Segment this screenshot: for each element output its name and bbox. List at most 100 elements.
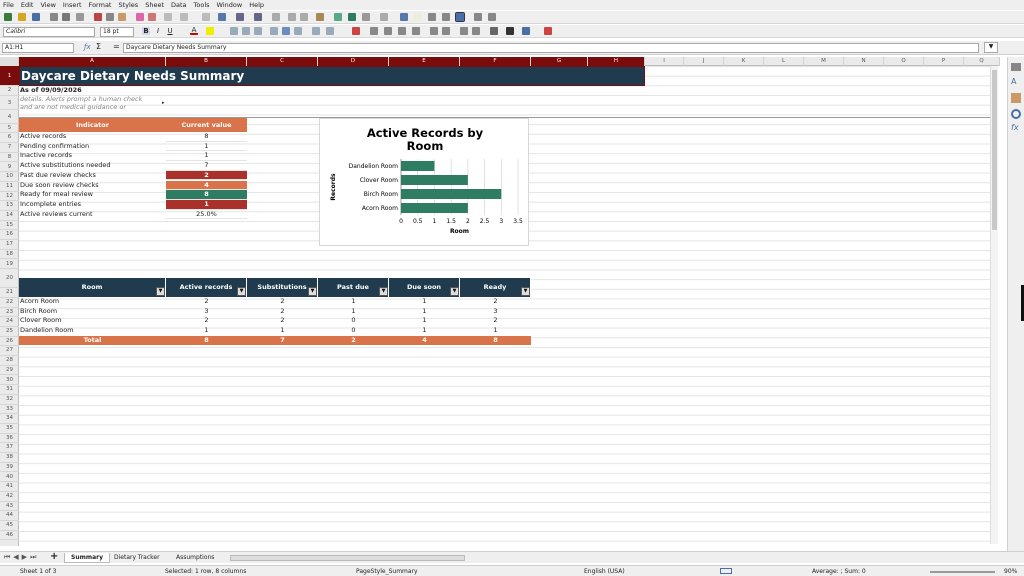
- menu-file[interactable]: File: [3, 1, 14, 9]
- col-f-header[interactable]: F: [460, 57, 531, 66]
- find-replace-icon[interactable]: [202, 13, 210, 21]
- increase-indent-icon[interactable]: [460, 27, 468, 35]
- row-header-36[interactable]: 36: [0, 434, 19, 444]
- row-header-22[interactable]: 22: [0, 298, 19, 308]
- define-print-area-icon[interactable]: [442, 13, 450, 21]
- tab-nav-arrows-icon[interactable]: ⏮◀▶⏭: [4, 553, 39, 562]
- column-icon[interactable]: [254, 13, 262, 21]
- headers-footers-icon[interactable]: [428, 13, 436, 21]
- room-cell[interactable]: 2: [248, 316, 317, 325]
- indicator-value[interactable]: 25.0%: [166, 210, 247, 220]
- row-header-11[interactable]: 11: [0, 182, 19, 192]
- insert-chart-icon[interactable]: [348, 13, 356, 21]
- row-header-13[interactable]: 13: [0, 201, 19, 211]
- align-bottom-icon[interactable]: [294, 27, 302, 35]
- export-pdf-icon[interactable]: [50, 13, 58, 21]
- selection-mode-icon[interactable]: [720, 568, 732, 574]
- bold-icon[interactable]: B: [142, 27, 150, 35]
- number-format-icon[interactable]: [398, 27, 406, 35]
- col-h-header[interactable]: H: [588, 57, 645, 66]
- row-header-33[interactable]: 33: [0, 405, 19, 415]
- row-header-38[interactable]: 38: [0, 453, 19, 463]
- row-header-42[interactable]: 42: [0, 492, 19, 502]
- cut-icon[interactable]: [94, 13, 102, 21]
- total-cell[interactable]: Total: [20, 336, 165, 345]
- row-header-31[interactable]: 31: [0, 385, 19, 395]
- formula-input[interactable]: Daycare Dietary Needs Summary: [123, 42, 979, 53]
- autofilter-dropdown-icon[interactable]: ▼: [156, 287, 165, 296]
- row-header-21[interactable]: 21: [0, 288, 19, 298]
- indicator-header[interactable]: Indicator: [19, 118, 166, 132]
- indicator-value[interactable]: 1: [166, 151, 247, 162]
- row-header-18[interactable]: 18: [0, 250, 19, 260]
- comment-icon[interactable]: [414, 13, 422, 21]
- indicator-value[interactable]: 2: [166, 170, 247, 181]
- new-icon[interactable]: [4, 13, 12, 21]
- add-sheet-icon[interactable]: +: [50, 552, 58, 562]
- clone-formatting-icon[interactable]: [136, 13, 144, 21]
- autofilter-icon[interactable]: [316, 13, 324, 21]
- row-header-14[interactable]: 14: [0, 211, 19, 221]
- total-cell[interactable]: 8: [167, 336, 246, 345]
- conditional-format-icon[interactable]: [544, 27, 552, 35]
- current-value-header[interactable]: Current value: [166, 118, 247, 132]
- zoom-slider[interactable]: [930, 571, 995, 573]
- indicator-label[interactable]: Active substitutions needed: [20, 161, 165, 170]
- indicator-value[interactable]: 1: [166, 142, 247, 152]
- room-cell[interactable]: 0: [319, 326, 388, 335]
- row-header-29[interactable]: 29: [0, 366, 19, 376]
- row-header-45[interactable]: 45: [0, 521, 19, 531]
- row-header-1[interactable]: 1: [0, 66, 19, 86]
- wrap-text-icon[interactable]: [312, 27, 320, 35]
- hyperlink-icon[interactable]: [400, 13, 408, 21]
- row-header-46[interactable]: 46: [0, 531, 19, 541]
- room-cell[interactable]: 1: [390, 307, 459, 316]
- tab-assumptions[interactable]: Assumptions: [170, 553, 220, 563]
- align-right-icon[interactable]: [254, 27, 262, 35]
- row-header-20[interactable]: 20: [0, 269, 19, 289]
- indicator-value[interactable]: 8: [166, 132, 247, 142]
- row-header-6[interactable]: 6: [0, 133, 19, 144]
- indicator-label[interactable]: Active reviews current: [20, 210, 165, 219]
- italic-icon[interactable]: I: [154, 27, 162, 35]
- col-b-header[interactable]: B: [166, 57, 247, 66]
- total-cell[interactable]: 8: [461, 336, 530, 345]
- insert-image-icon[interactable]: [334, 13, 342, 21]
- menu-help[interactable]: Help: [249, 1, 264, 9]
- menu-view[interactable]: View: [40, 1, 55, 9]
- row-header-26[interactable]: 26: [0, 337, 19, 347]
- room-cell[interactable]: 3: [167, 307, 246, 316]
- col-e-header[interactable]: E: [389, 57, 460, 66]
- navigator-icon[interactable]: [1011, 109, 1021, 119]
- row-header-7[interactable]: 7: [0, 143, 19, 153]
- vertical-scroll-thumb[interactable]: [992, 70, 997, 230]
- room-cell[interactable]: 2: [248, 297, 317, 306]
- room-cell[interactable]: Dandelion Room: [20, 326, 165, 335]
- autofilter-dropdown-icon[interactable]: ▼: [308, 287, 317, 296]
- room-cell[interactable]: Birch Room: [20, 307, 165, 316]
- indicator-label[interactable]: Inactive records: [20, 151, 165, 160]
- pivot-table-icon[interactable]: [362, 13, 370, 21]
- row-header-28[interactable]: 28: [0, 356, 19, 366]
- sum-icon[interactable]: Σ: [96, 42, 101, 51]
- menu-insert[interactable]: Insert: [63, 1, 82, 9]
- menu-data[interactable]: Data: [171, 1, 187, 9]
- indicator-label[interactable]: Due soon review checks: [20, 181, 165, 190]
- row-header-17[interactable]: 17: [0, 240, 19, 250]
- row-header-35[interactable]: 35: [0, 424, 19, 434]
- col-l-header[interactable]: L: [764, 57, 804, 66]
- chart-frame[interactable]: Active Records by Room 0 0.5 1 1.5 2 2.5 3 3.5 Dan…: [319, 118, 529, 246]
- tab-summary[interactable]: Summary: [64, 553, 111, 563]
- indicator-label[interactable]: Active records: [20, 132, 165, 141]
- row-header-37[interactable]: 37: [0, 443, 19, 454]
- copy-icon[interactable]: [106, 13, 114, 21]
- room-cell[interactable]: 2: [167, 297, 246, 306]
- col-i-header[interactable]: I: [645, 57, 684, 66]
- decrease-indent-icon[interactable]: [472, 27, 480, 35]
- menu-edit[interactable]: Edit: [21, 1, 34, 9]
- row-header-15[interactable]: 15: [0, 221, 19, 231]
- room-cell[interactable]: 2: [248, 307, 317, 316]
- special-character-icon[interactable]: [380, 13, 388, 21]
- row-header-9[interactable]: 9: [0, 163, 19, 173]
- sort-ascending-icon[interactable]: [288, 13, 296, 21]
